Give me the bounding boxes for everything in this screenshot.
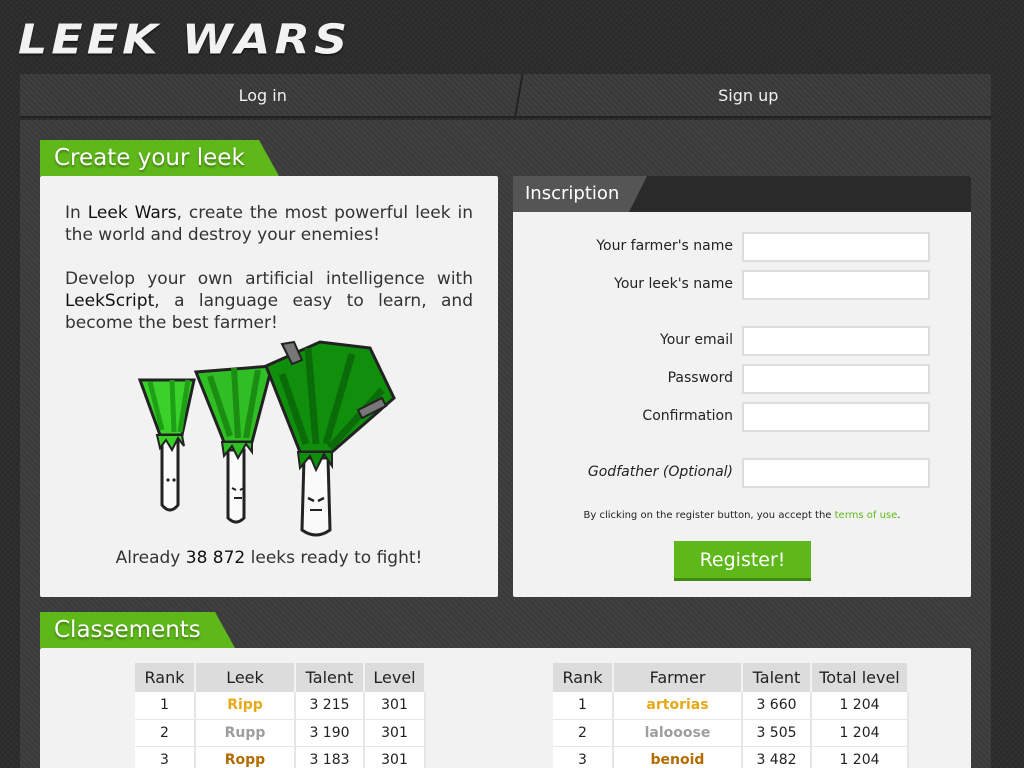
password-input[interactable] bbox=[742, 364, 930, 394]
intro-paragraph-1: In Leek Wars, create the most powerful l… bbox=[65, 203, 473, 245]
farmer-link[interactable]: artorias bbox=[613, 692, 743, 720]
farmer-name-row: Your farmer's name bbox=[513, 232, 971, 262]
leek-link[interactable]: Ripp bbox=[195, 692, 296, 720]
confirmation-row: Confirmation bbox=[513, 402, 971, 432]
farmer-link[interactable]: lalooose bbox=[613, 719, 743, 747]
table-row: 2 lalooose 3 505 1 204 bbox=[553, 719, 909, 747]
leek-name-label: Your leek's name bbox=[614, 276, 733, 292]
leek-ranking-table: Rank Leek Talent Level 1 Ripp 3 215 301 … bbox=[135, 663, 426, 768]
email-label: Your email bbox=[660, 332, 733, 348]
godfather-label: Godfather (Optional) bbox=[587, 464, 733, 480]
leek-link[interactable]: Rupp bbox=[195, 719, 296, 747]
godfather-input[interactable] bbox=[742, 458, 930, 488]
col-farmer: Farmer bbox=[613, 663, 743, 692]
login-button[interactable]: Log in bbox=[20, 74, 506, 116]
col-rank: Rank bbox=[135, 663, 196, 692]
leek-1 bbox=[137, 378, 196, 512]
col-talent: Talent bbox=[295, 663, 365, 692]
rankings-section-title: Classements bbox=[40, 612, 235, 648]
intro-panel: In Leek Wars, create the most powerful l… bbox=[40, 176, 498, 597]
signup-button[interactable]: Sign up bbox=[506, 74, 992, 116]
leek-name-row: Your leek's name bbox=[513, 270, 971, 300]
col-rank: Rank bbox=[553, 663, 614, 692]
col-leek: Leek bbox=[195, 663, 296, 692]
col-level: Level bbox=[364, 663, 426, 692]
password-label: Password bbox=[667, 370, 733, 386]
col-talent: Talent bbox=[742, 663, 812, 692]
inscription-tab: Inscription bbox=[513, 176, 647, 212]
table-row: 2 Rupp 3 190 301 bbox=[135, 719, 426, 747]
brand-name: Leek Wars bbox=[87, 203, 177, 223]
terms-of-use-link[interactable]: terms of use bbox=[835, 510, 898, 521]
table-row: 1 Ripp 3 215 301 bbox=[135, 692, 426, 720]
email-row: Your email bbox=[513, 326, 971, 356]
rankings-panel: Rank Leek Talent Level 1 Ripp 3 215 301 … bbox=[40, 648, 971, 768]
nav-divider bbox=[508, 74, 530, 118]
farmer-ranking-table: Rank Farmer Talent Total level 1 artoria… bbox=[553, 663, 909, 768]
farmer-link[interactable]: benoid bbox=[613, 746, 743, 768]
confirmation-label: Confirmation bbox=[642, 408, 733, 424]
leek-3 bbox=[264, 340, 396, 537]
register-button[interactable]: Register! bbox=[674, 541, 811, 581]
leekscript-name: LeekScript bbox=[65, 291, 155, 311]
leek-name-input[interactable] bbox=[742, 270, 930, 300]
leek-count-text: Already 38 872 leeks ready to fight! bbox=[115, 548, 423, 568]
email-input[interactable] bbox=[742, 326, 930, 356]
table-row: 1 artorias 3 660 1 204 bbox=[553, 692, 909, 720]
godfather-row: Godfather (Optional) bbox=[513, 458, 971, 488]
inscription-header: Inscription bbox=[513, 176, 971, 212]
terms-notice: By clicking on the register button, you … bbox=[583, 510, 901, 521]
leek-2 bbox=[193, 364, 274, 524]
farmer-name-label: Your farmer's name bbox=[596, 238, 733, 254]
leek-wars-logo[interactable]: Leek Wars bbox=[18, 15, 351, 64]
password-row: Password bbox=[513, 364, 971, 394]
create-section-title: Create your leek bbox=[40, 140, 279, 176]
inscription-panel: Inscription Your farmer's name Your leek… bbox=[513, 176, 971, 597]
leek-link[interactable]: Ropp bbox=[195, 746, 296, 768]
confirmation-input[interactable] bbox=[742, 402, 930, 432]
leek-count: 38 872 bbox=[185, 548, 246, 568]
leeks-illustration bbox=[137, 340, 396, 537]
main-content: Create your leek In Leek Wars, create th… bbox=[20, 120, 991, 768]
table-row: 3 benoid 3 482 1 204 bbox=[553, 746, 909, 768]
table-row: 3 Ropp 3 183 301 bbox=[135, 746, 426, 768]
intro-paragraph-2: Develop your own artificial intelligence… bbox=[65, 269, 473, 333]
col-total-level: Total level bbox=[811, 663, 909, 692]
farmer-name-input[interactable] bbox=[742, 232, 930, 262]
top-nav: Log in Sign up bbox=[20, 74, 991, 118]
